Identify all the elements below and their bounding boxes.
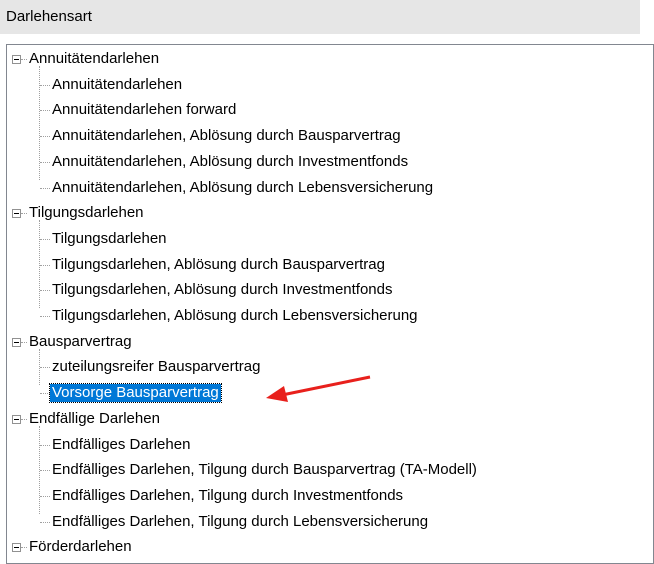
tree-item-label[interactable]: Endfälliges Darlehen bbox=[50, 436, 192, 454]
collapse-toggle-icon[interactable] bbox=[12, 209, 21, 219]
tree-connector bbox=[40, 290, 50, 292]
loan-type-tree[interactable]: Annuitätendarlehen Annuitätendarlehen Annu… bbox=[6, 44, 654, 564]
tree-connector bbox=[40, 136, 50, 138]
tree-item-label[interactable]: Endfälliges Darlehen, Tilgung durch Baus… bbox=[50, 461, 479, 479]
tree-connector bbox=[40, 470, 50, 472]
column-header-title: Darlehensart bbox=[6, 8, 92, 25]
tree-connector bbox=[40, 264, 50, 266]
tree-item-label[interactable]: Annuitätendarlehen bbox=[50, 76, 184, 94]
collapse-toggle-icon[interactable] bbox=[12, 543, 21, 553]
collapse-toggle-icon[interactable] bbox=[12, 414, 21, 424]
tree-item-label[interactable]: Annuitätendarlehen, Ablösung durch Bausp… bbox=[50, 127, 403, 145]
tree-item-label[interactable]: Tilgungsdarlehen, Ablösung durch Lebensv… bbox=[50, 307, 420, 325]
tree-item-label[interactable]: Annuitätendarlehen, Ablösung durch Leben… bbox=[50, 179, 435, 197]
tree-connector bbox=[40, 393, 50, 395]
tree-item-label[interactable]: zuteilungsreifer Bausparvertrag bbox=[50, 358, 262, 376]
column-header: Darlehensart bbox=[0, 0, 640, 34]
tree-connector bbox=[40, 161, 50, 163]
tree-connector bbox=[40, 238, 50, 240]
tree-connector bbox=[40, 110, 50, 112]
tree-item-label[interactable]: Tilgungsdarlehen, Ablösung durch Investm… bbox=[50, 281, 395, 299]
tree-connector bbox=[40, 444, 50, 446]
collapse-toggle-icon[interactable] bbox=[12, 55, 21, 64]
tree-connector bbox=[40, 187, 50, 189]
tree-item-label[interactable]: Endfälliges Darlehen, Tilgung durch Inve… bbox=[50, 487, 405, 505]
tree-group-label[interactable]: Endfällige Darlehen bbox=[27, 410, 162, 428]
tree-item-label[interactable]: Tilgungsdarlehen, Ablösung durch Bauspar… bbox=[50, 256, 387, 274]
tree-connector bbox=[40, 521, 50, 523]
tree-item-label[interactable]: Annuitätendarlehen forward bbox=[50, 101, 238, 119]
tree-group-label[interactable]: Tilgungsdarlehen bbox=[27, 204, 146, 222]
tree-group-label[interactable]: Bausparvertrag bbox=[27, 333, 134, 351]
tree-item-label[interactable]: Endfälliges Darlehen, Tilgung durch Lebe… bbox=[50, 513, 430, 531]
tree-item-label-selected[interactable]: Vorsorge Bausparvertrag bbox=[49, 383, 222, 404]
tree-group-label[interactable]: Annuitätendarlehen bbox=[27, 50, 161, 68]
tree-connector bbox=[40, 495, 50, 497]
tree-item-label[interactable]: Annuitätendarlehen, Ablösung durch Inves… bbox=[50, 153, 410, 171]
collapse-toggle-icon[interactable] bbox=[12, 337, 21, 347]
tree-item-label[interactable]: Tilgungsdarlehen bbox=[50, 230, 169, 248]
tree-connector bbox=[40, 316, 50, 317]
tree-connector bbox=[40, 84, 50, 86]
tree-connector bbox=[40, 367, 50, 369]
